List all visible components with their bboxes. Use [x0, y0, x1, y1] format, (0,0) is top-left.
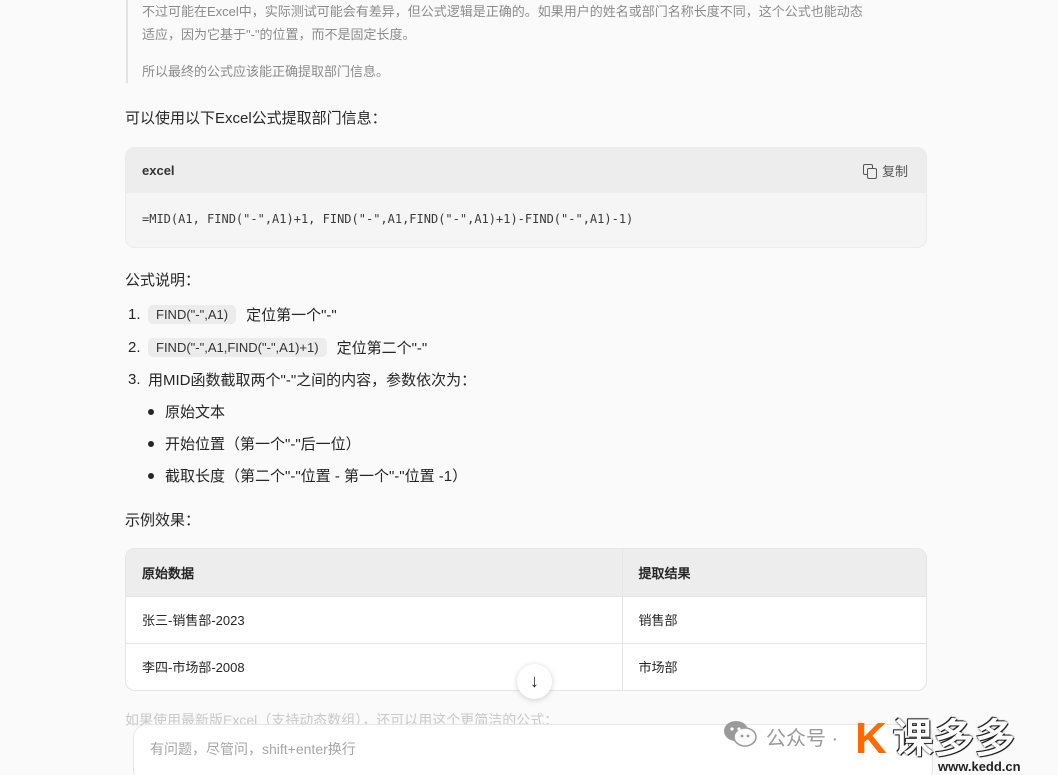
bullet-item: 截取长度（第二个"-"位置 - 第一个"-"位置 -1） [148, 465, 467, 486]
table-row: 张三-销售部-2023 销售部 [126, 596, 926, 644]
bullet-dot [148, 440, 154, 447]
thinking-line: 不过可能在Excel中，实际测试可能会有差异，但公式逻辑是正确的。如果用户的姓名… [142, 4, 863, 19]
bullet-item: 原始文本 [148, 401, 225, 422]
list-number: 1. [128, 306, 141, 323]
list-text: 定位第二个"-" [336, 340, 428, 357]
list-number: 2. [128, 339, 141, 356]
table-cell: 张三-销售部-2023 [126, 596, 623, 644]
bullet-text: 截取长度（第二个"-"位置 - 第一个"-"位置 -1） [165, 468, 468, 485]
thinking-line: 适应，因为它基于"-"的位置，而不是固定长度。 [142, 27, 416, 42]
thinking-quote: 不过可能在Excel中，实际测试可能会有差异，但公式逻辑是正确的。如果用户的姓名… [126, 0, 926, 83]
thinking-line: 所以最终的公式应该能正确提取部门信息。 [142, 64, 390, 79]
code-block: excel 复制 =MID(A1, FIND("-",A1)+1, FIND("… [125, 147, 927, 248]
list-item: 2. FIND("-",A1,FIND("-",A1)+1) 定位第二个"-" [128, 337, 427, 358]
table-header-row: 原始数据 提取结果 [126, 549, 926, 597]
chat-input-placeholder: 有问题，尽管问，shift+enter换行 [150, 741, 356, 757]
copy-label: 复制 [881, 164, 908, 179]
bullet-item: 开始位置（第一个"-"后一位） [148, 433, 361, 454]
list-item: 1. FIND("-",A1) 定位第一个"-" [128, 304, 337, 325]
list-text: 定位第一个"-" [246, 307, 337, 324]
bullet-dot [148, 472, 154, 479]
list-item: 3. 用MID函数截取两个"-"之间的内容，参数依次为： [128, 369, 476, 390]
intro-text: 可以使用以下Excel公式提取部门信息： [125, 110, 387, 127]
code-header: excel 复制 [126, 148, 926, 193]
bullet-text: 开始位置（第一个"-"后一位） [165, 436, 361, 453]
wechat-icon [724, 721, 757, 747]
scroll-down-button[interactable]: ↓ [517, 664, 552, 699]
watermark-account: 公众号 · [766, 728, 839, 750]
table-header: 原始数据 [126, 549, 623, 597]
table-cell: 销售部 [622, 596, 926, 644]
watermark: 公众号 · K 课多多 www.kedd.cn [723, 715, 1058, 775]
copy-icon [862, 163, 877, 179]
bullet-dot [148, 408, 154, 415]
list-number: 3. [128, 371, 141, 388]
explain-title: 公式说明： [125, 272, 201, 289]
arrow-down-icon: ↓ [530, 671, 539, 691]
brand-k-logo: K [855, 714, 887, 763]
bullet-text: 原始文本 [165, 404, 226, 421]
watermark-url: www.kedd.cn [938, 759, 1021, 774]
inline-code: FIND("-",A1,FIND("-",A1)+1) [148, 338, 327, 357]
inline-code: FIND("-",A1) [148, 305, 237, 324]
copy-button[interactable]: 复制 [862, 161, 908, 180]
code-content: =MID(A1, FIND("-",A1)+1, FIND("-",A1,FIN… [142, 212, 634, 226]
code-language: excel [142, 163, 175, 178]
chat-page: 不过可能在Excel中，实际测试可能会有差异，但公式逻辑是正确的。如果用户的姓名… [0, 0, 1058, 775]
watermark-brand: 课多多 [893, 717, 1016, 761]
table-cell: 市场部 [638, 660, 678, 676]
list-text: 用MID函数截取两个"-"之间的内容，参数依次为： [148, 372, 477, 389]
table-header: 提取结果 [622, 549, 926, 597]
example-title: 示例效果： [125, 512, 201, 529]
